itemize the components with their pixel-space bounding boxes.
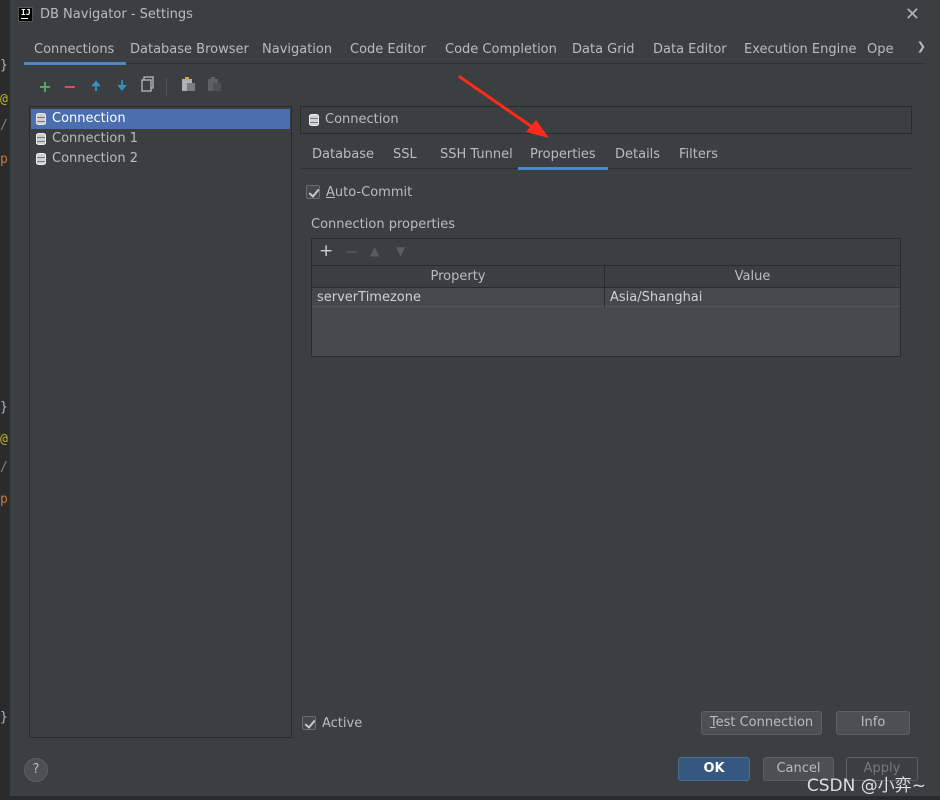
tab-execution-engine[interactable]: Execution Engine <box>744 42 856 57</box>
settings-tabs: Connections Database Browser Navigation … <box>23 36 926 65</box>
auto-commit-checkbox[interactable] <box>306 185 320 199</box>
database-icon <box>36 133 46 145</box>
connection-subtabs: Database SSL SSH Tunnel Properties Detai… <box>300 144 912 170</box>
auto-commit-label-rest: uto-Commit <box>334 185 413 200</box>
connection-label: Connection 2 <box>52 151 138 166</box>
database-icon <box>36 153 46 165</box>
column-header-value[interactable]: Value <box>605 266 900 288</box>
auto-commit-label[interactable]: Auto-Commit <box>326 185 412 200</box>
move-property-up-icon: ▲ <box>370 244 380 258</box>
test-connection-button[interactable]: Test Connection <box>701 711 822 735</box>
remove-property-icon: − <box>345 242 359 261</box>
gutter-char: @ <box>0 432 8 447</box>
connection-label: Connection 1 <box>52 131 138 146</box>
active-checkbox[interactable] <box>302 716 316 730</box>
properties-table: + − ▲ ▼ Property Value serverTimezone As… <box>311 238 901 357</box>
add-icon[interactable]: + <box>36 76 54 98</box>
property-name-cell[interactable]: serverTimezone <box>312 289 604 307</box>
tab-ssl[interactable]: SSL <box>393 147 417 162</box>
gutter-char: / <box>0 118 8 133</box>
gutter-char: p <box>0 492 8 507</box>
auto-commit-mnemonic: A <box>326 185 335 200</box>
connections-list: Connection Connection 1 Connection 2 <box>29 106 292 738</box>
toolbar-separator <box>166 78 167 96</box>
connection-header: Connection <box>300 106 912 134</box>
connection-list-item-selected[interactable]: Connection <box>31 109 290 129</box>
tab-database[interactable]: Database <box>312 147 374 162</box>
intellij-app-icon: IJ <box>18 7 33 22</box>
active-label[interactable]: Active <box>322 716 362 731</box>
settings-dialog: IJ DB Navigator - Settings ✕ Connections… <box>9 0 940 796</box>
move-down-icon[interactable]: 🠋 <box>113 76 131 98</box>
tab-filters[interactable]: Filters <box>679 147 718 162</box>
connection-label: Connection <box>52 111 126 126</box>
move-property-down-icon: ▼ <box>396 244 406 258</box>
properties-toolbar: + − ▲ ▼ <box>312 239 900 265</box>
copy-icon[interactable] <box>139 76 157 98</box>
move-up-icon[interactable]: 🠉 <box>87 76 105 98</box>
properties-header-row: Property Value <box>312 265 900 288</box>
database-icon <box>36 113 46 125</box>
gutter-char: @ <box>0 92 8 107</box>
column-header-property[interactable]: Property <box>312 266 604 288</box>
tab-ssh-tunnel[interactable]: SSH Tunnel <box>440 147 513 162</box>
tab-database-browser[interactable]: Database Browser <box>130 42 249 57</box>
connection-properties-label: Connection properties <box>311 217 456 232</box>
tab-code-completion[interactable]: Code Completion <box>445 42 557 57</box>
remove-icon[interactable]: − <box>61 76 79 98</box>
gutter-char: } <box>0 58 8 73</box>
tab-data-editor[interactable]: Data Editor <box>653 42 727 57</box>
tab-connections[interactable]: Connections <box>23 42 127 65</box>
tab-code-editor[interactable]: Code Editor <box>350 42 426 57</box>
ok-button[interactable]: OK <box>678 757 750 781</box>
connection-list-item[interactable]: Connection 2 <box>31 149 290 169</box>
paste-icon[interactable] <box>179 76 197 98</box>
gutter-char: p <box>0 152 8 167</box>
add-property-icon[interactable]: + <box>319 241 333 261</box>
gutter-char: / <box>0 460 8 475</box>
info-button[interactable]: Info <box>836 711 910 735</box>
test-connection-label-rest: est Connection <box>715 715 814 730</box>
tab-navigation[interactable]: Navigation <box>262 42 332 57</box>
tab-data-grid[interactable]: Data Grid <box>572 42 634 57</box>
property-value-cell[interactable]: Asia/Shanghai <box>605 289 900 307</box>
connection-header-title: Connection <box>325 112 399 127</box>
title-bar[interactable]: IJ DB Navigator - Settings ✕ <box>10 0 940 30</box>
background-editor-gutter: } @ / p } @ / p } <box>0 0 9 800</box>
tab-options-truncated[interactable]: Ope <box>867 42 893 57</box>
chevron-down-icon[interactable]: ❯ <box>917 40 926 53</box>
help-button[interactable]: ? <box>24 758 48 782</box>
gutter-char: } <box>0 400 8 415</box>
tab-properties[interactable]: Properties <box>518 147 608 170</box>
tab-details[interactable]: Details <box>615 147 660 162</box>
table-row[interactable]: serverTimezone Asia/Shanghai <box>312 289 900 307</box>
close-icon[interactable]: ✕ <box>905 4 920 25</box>
window-title: DB Navigator - Settings <box>40 7 193 22</box>
paste-disabled-icon <box>205 76 223 98</box>
column-divider <box>604 265 605 307</box>
connection-list-item[interactable]: Connection 1 <box>31 129 290 149</box>
gutter-char: } <box>0 710 8 725</box>
database-icon <box>309 114 319 126</box>
watermark: CSDN @小弈~ <box>806 776 926 796</box>
